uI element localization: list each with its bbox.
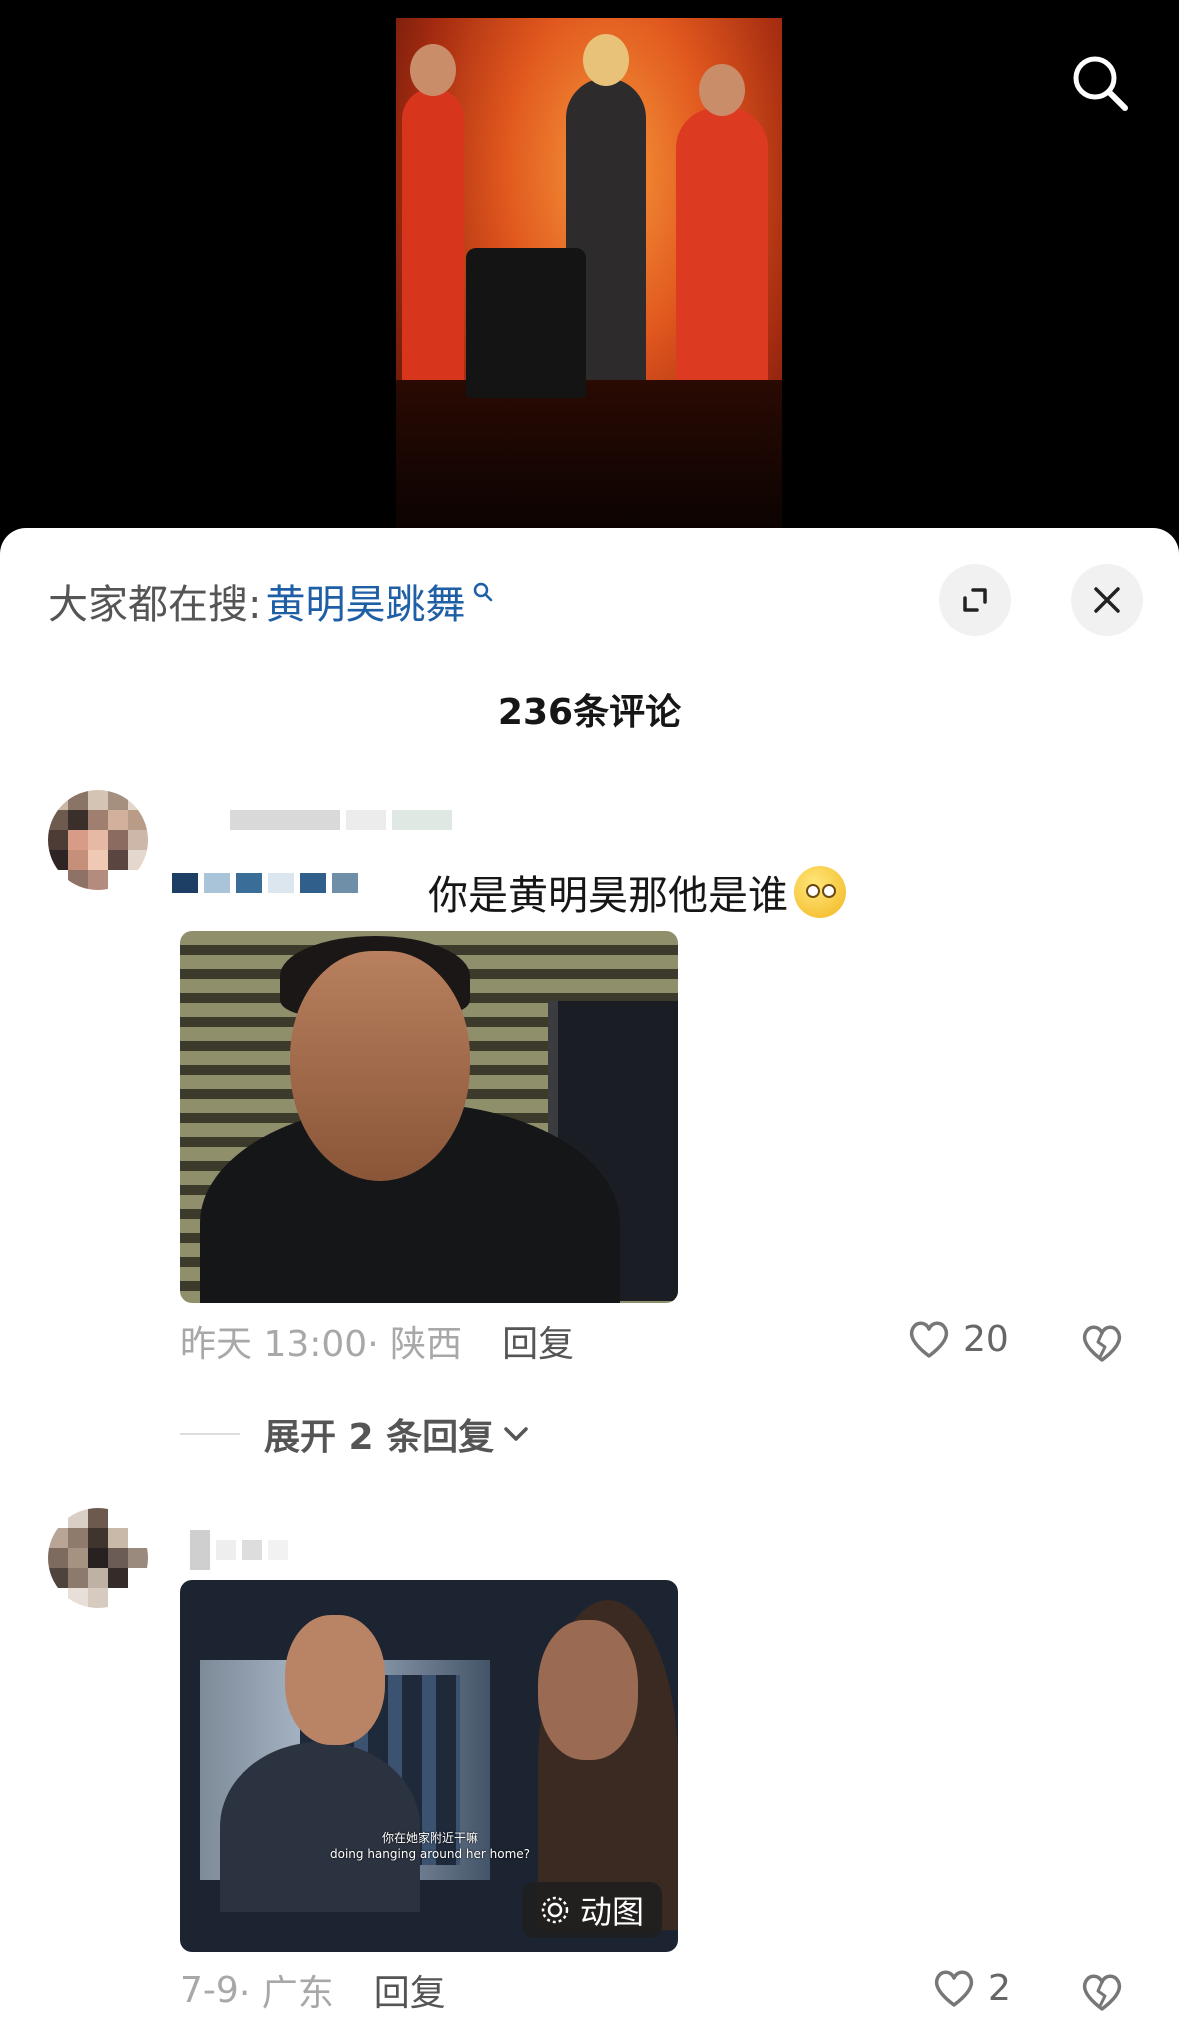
comment-text-content: 你是黄明昊那他是谁 <box>428 873 788 919</box>
subtitle-zh: 你在她家附近干嘛 <box>382 1831 479 1845</box>
close-icon <box>1094 587 1120 613</box>
close-button[interactable] <box>1071 564 1143 636</box>
username-blurred[interactable] <box>190 1530 288 1570</box>
gif-icon <box>541 1896 569 1924</box>
stage-light <box>466 248 586 398</box>
performer-right <box>676 64 768 408</box>
comment-time: 7-9 <box>180 1969 239 2011</box>
comment-sheet: 大家都在搜: 黄明昊跳舞 236条评论 你是黄明昊那他是谁 昨天 13:00 ·… <box>0 528 1179 2023</box>
dizzy-face-emoji-icon <box>794 866 846 918</box>
divider-line <box>180 1433 240 1435</box>
broken-heart-icon[interactable] <box>1078 1319 1126 1367</box>
comment-image[interactable] <box>180 931 678 1303</box>
comment-text: 你是黄明昊那他是谁 <box>428 863 846 921</box>
video-subtitle: 你在她家附近干嘛 doing hanging around her home? <box>330 1830 530 1862</box>
search-suggestion-icon <box>474 582 493 602</box>
heart-icon <box>909 1321 949 1358</box>
performer-left <box>402 44 464 418</box>
comment-time: 昨天 13:00 <box>180 1324 368 1365</box>
like-count: 20 <box>963 1318 1009 1360</box>
comment-meta: 昨天 13:00 · 陕西 回复 <box>180 1315 574 1367</box>
search-suggestion[interactable]: 大家都在搜: 黄明昊跳舞 <box>48 576 495 628</box>
comment-location: · 陕西 <box>367 1324 463 1365</box>
comment-meta: 7-9 · 广东 回复 <box>180 1964 446 2016</box>
expand-replies-button[interactable]: 展开 2 条回复 <box>180 1408 532 1460</box>
stage-floor <box>396 380 782 530</box>
expand-icon <box>963 588 987 612</box>
video-player[interactable] <box>0 0 1179 540</box>
like-button[interactable]: 20 <box>905 1315 1009 1363</box>
expand-button[interactable] <box>939 564 1011 636</box>
expand-replies-label: 展开 2 条回复 <box>264 1417 495 1458</box>
avatar[interactable] <box>48 790 148 890</box>
like-button[interactable]: 2 <box>930 1964 1011 2012</box>
comment-count: 236条评论 <box>497 692 682 733</box>
reply-button[interactable]: 回复 <box>502 1315 574 1367</box>
username-blurred[interactable] <box>230 810 452 830</box>
search-suggestion-term[interactable]: 黄明昊跳舞 <box>265 572 465 630</box>
heart-icon <box>934 1970 974 2007</box>
subtitle-en: doing hanging around her home? <box>330 1847 531 1861</box>
like-count: 2 <box>988 1967 1011 2009</box>
comment-gif-image[interactable]: 你在她家附近干嘛 doing hanging around her home? … <box>180 1580 678 1952</box>
avatar[interactable] <box>48 1508 148 1608</box>
comment-location: · 广东 <box>238 1973 334 2014</box>
broken-heart-icon[interactable] <box>1078 1968 1126 2016</box>
video-frame[interactable] <box>396 18 782 530</box>
gif-badge: 动图 <box>521 1882 662 1938</box>
chevron-down-icon <box>504 1427 528 1441</box>
reply-button[interactable]: 回复 <box>374 1964 446 2016</box>
gif-label: 动图 <box>579 1893 644 1931</box>
search-suggestion-prefix: 大家都在搜: <box>48 582 262 628</box>
comment-mention-blurred <box>172 873 358 893</box>
search-icon[interactable] <box>1067 50 1133 116</box>
